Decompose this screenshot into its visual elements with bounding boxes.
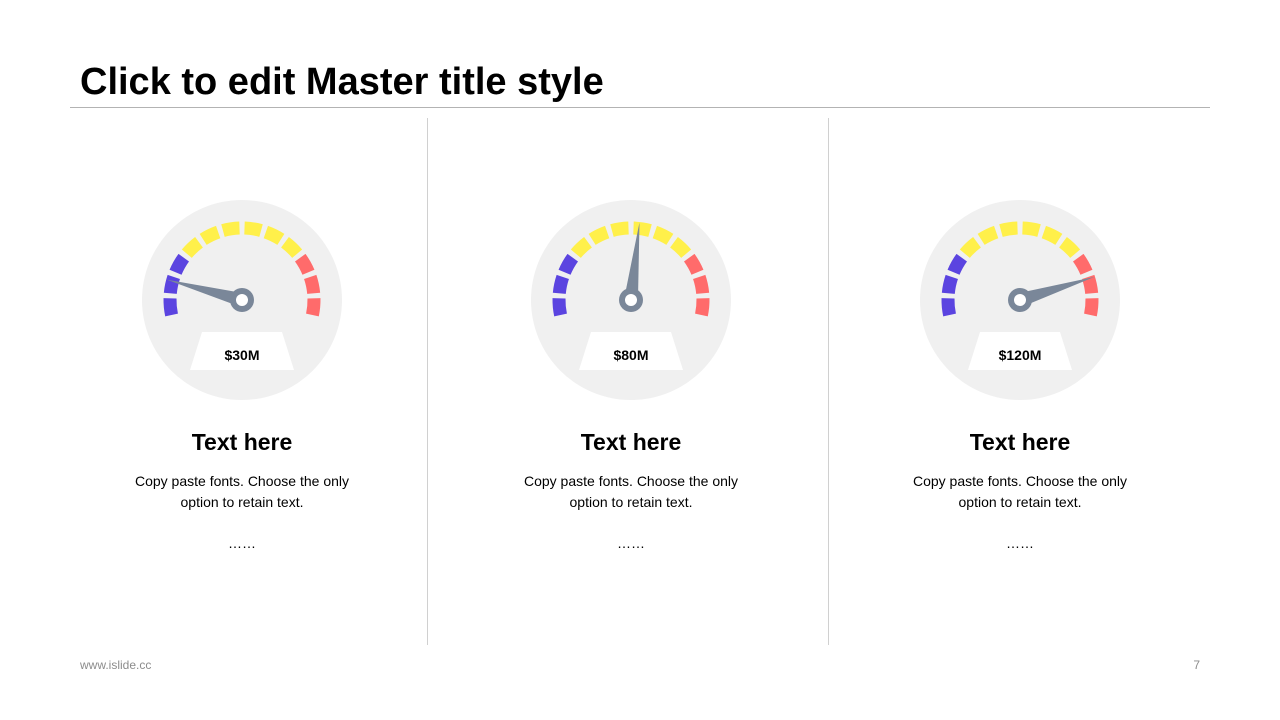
gauge-column: $80M Text here Copy paste fonts. Choose … bbox=[481, 195, 781, 553]
gauge-column: $30M Text here Copy paste fonts. Choose … bbox=[92, 195, 392, 553]
column-ellipsis[interactable]: …… bbox=[481, 533, 781, 553]
column-body-text[interactable]: Copy paste fonts. Choose the only option… bbox=[511, 471, 751, 513]
column-body-text[interactable]: Copy paste fonts. Choose the only option… bbox=[900, 471, 1140, 513]
gauge-scale-segment bbox=[558, 253, 579, 275]
gauge-scale-segment bbox=[652, 225, 674, 245]
gauge-hub-center bbox=[1014, 294, 1026, 306]
column-heading[interactable]: Text here bbox=[92, 427, 392, 457]
gauge-scale-segment bbox=[1072, 253, 1093, 275]
gauge-scale-segment bbox=[263, 225, 285, 245]
gauge-value-label: $80M bbox=[613, 347, 648, 363]
column-ellipsis[interactable]: …… bbox=[92, 533, 392, 553]
gauge-value-label: $120M bbox=[999, 347, 1042, 363]
speedometer-gauge: $120M bbox=[920, 200, 1120, 400]
gauge-scale-segment bbox=[683, 253, 704, 275]
gauge-scale-segment bbox=[181, 237, 204, 259]
gauge-scale-segment bbox=[588, 225, 610, 245]
speedometer-gauge: $30M bbox=[142, 200, 342, 400]
gauge-scale-segment bbox=[941, 298, 956, 317]
column-heading[interactable]: Text here bbox=[481, 427, 781, 457]
gauge-scale-segment bbox=[669, 237, 692, 259]
footer-url: www.islide.cc bbox=[80, 658, 152, 672]
gauge-scale-segment bbox=[221, 221, 240, 237]
gauge-value-label: $30M bbox=[224, 347, 259, 363]
gauge-scale-segment bbox=[1022, 221, 1041, 237]
gauge-scale-segment bbox=[163, 298, 178, 317]
gauge-scale-segment bbox=[692, 274, 710, 295]
gauge-scale-segment bbox=[163, 274, 181, 295]
gauge-scale-segment bbox=[303, 274, 321, 295]
column-divider bbox=[828, 118, 829, 645]
gauge-scale-segment bbox=[947, 253, 968, 275]
gauge-scale-segment bbox=[977, 225, 999, 245]
gauge-scale-segment bbox=[1041, 225, 1063, 245]
column-ellipsis[interactable]: …… bbox=[870, 533, 1170, 553]
gauge-scale-segment bbox=[633, 221, 652, 237]
column-heading[interactable]: Text here bbox=[870, 427, 1170, 457]
column-body-text[interactable]: Copy paste fonts. Choose the only option… bbox=[122, 471, 362, 513]
gauge-hub-center bbox=[625, 294, 637, 306]
gauge-column: $120M Text here Copy paste fonts. Choose… bbox=[870, 195, 1170, 553]
gauge-scale-segment bbox=[552, 274, 570, 295]
speedometer-gauge: $80M bbox=[531, 200, 731, 400]
gauge-scale-segment bbox=[999, 221, 1018, 237]
slide-title[interactable]: Click to edit Master title style bbox=[80, 58, 604, 106]
gauge-scale-segment bbox=[1081, 274, 1099, 295]
gauge-scale-segment bbox=[280, 237, 303, 259]
gauge-scale-segment bbox=[199, 225, 221, 245]
gauge-scale-segment bbox=[294, 253, 315, 275]
title-underline bbox=[70, 107, 1210, 108]
gauge-scale-segment bbox=[941, 274, 959, 295]
gauge-scale-segment bbox=[552, 298, 567, 317]
page-number: 7 bbox=[1193, 658, 1200, 672]
gauge-scale-segment bbox=[169, 253, 190, 275]
gauge-scale-segment bbox=[244, 221, 263, 237]
column-divider bbox=[427, 118, 428, 645]
gauge-scale-segment bbox=[570, 237, 593, 259]
gauge-scale-segment bbox=[959, 237, 982, 259]
gauge-hub-center bbox=[236, 294, 248, 306]
gauge-scale-segment bbox=[695, 298, 710, 317]
gauge-scale-segment bbox=[610, 221, 629, 237]
gauge-scale-segment bbox=[306, 298, 321, 317]
gauge-scale-segment bbox=[1084, 298, 1099, 317]
gauge-scale-segment bbox=[1058, 237, 1081, 259]
